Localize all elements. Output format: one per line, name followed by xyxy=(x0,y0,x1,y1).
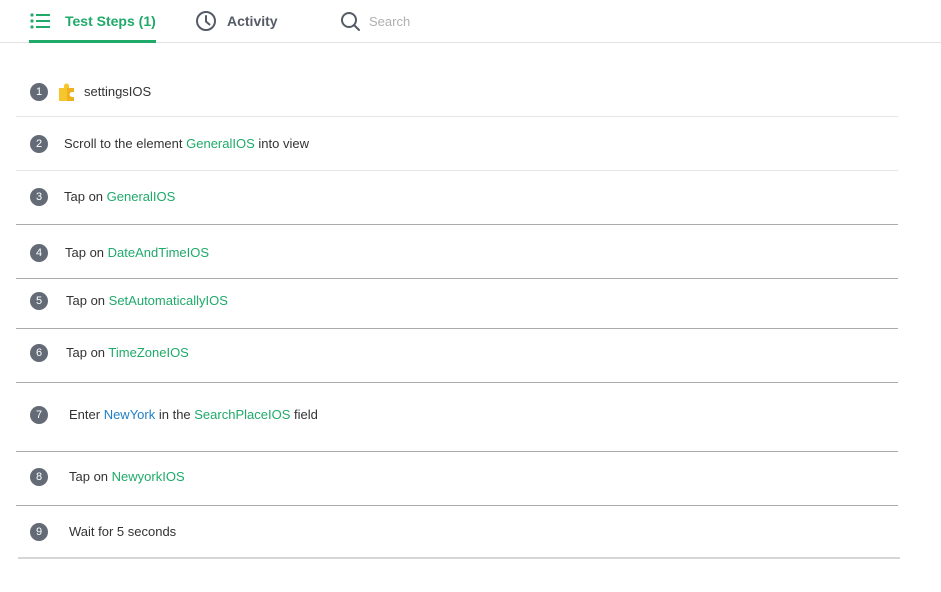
tab-bar: Test Steps (1) Activity xyxy=(0,0,941,43)
input-value: NewYork xyxy=(103,407,156,422)
test-step-row[interactable]: 7 Enter NewYork in the SearchPlaceIOS fie… xyxy=(16,403,898,427)
test-step-row[interactable]: 3 Tap on GeneralIOS xyxy=(16,185,898,209)
step-number-badge: 6 xyxy=(30,344,48,362)
test-step-row[interactable]: 6 Tap on TimeZoneIOS xyxy=(16,341,898,365)
step-text: Scroll to the element xyxy=(64,136,187,151)
step-text: in the xyxy=(155,407,195,422)
search-box xyxy=(339,0,569,42)
element-link[interactable]: GeneralIOS xyxy=(186,136,255,151)
step-text: Tap on xyxy=(64,189,107,204)
element-link[interactable]: SetAutomaticallyIOS xyxy=(109,293,228,308)
element-link[interactable]: NewyorkIOS xyxy=(112,469,185,484)
element-link[interactable]: SearchPlaceIOS xyxy=(194,407,290,422)
step-number-badge: 7 xyxy=(30,406,48,424)
step-text: Tap on xyxy=(66,345,109,360)
row-divider xyxy=(16,382,898,383)
element-link[interactable]: DateAndTimeIOS xyxy=(108,245,209,260)
test-step-row[interactable]: 8 Tap on NewyorkIOS xyxy=(16,465,898,489)
step-description: Tap on GeneralIOS xyxy=(64,189,175,204)
step-number-badge: 3 xyxy=(30,188,48,206)
step-description: Wait for 5 seconds xyxy=(69,524,176,539)
element-link[interactable]: GeneralIOS xyxy=(107,189,176,204)
test-step-row[interactable]: 1 settingsIOS xyxy=(16,80,898,104)
step-description: settingsIOS xyxy=(84,84,151,99)
step-description: Tap on DateAndTimeIOS xyxy=(65,245,209,260)
tab-activity[interactable]: Activity xyxy=(195,0,278,42)
element-link[interactable]: TimeZoneIOS xyxy=(108,345,188,360)
tab-test-steps-label: Test Steps (1) xyxy=(65,13,156,29)
active-tab-indicator xyxy=(29,40,156,43)
search-input[interactable] xyxy=(369,13,569,29)
step-number-badge: 8 xyxy=(30,468,48,486)
step-number-badge: 2 xyxy=(30,135,48,153)
row-divider xyxy=(16,170,898,171)
step-description: Tap on SetAutomaticallyIOS xyxy=(66,293,228,308)
row-divider xyxy=(16,278,898,279)
test-step-row[interactable]: 4 Tap on DateAndTimeIOS xyxy=(16,241,898,265)
step-text: Enter xyxy=(69,407,104,422)
step-text: into view xyxy=(254,136,309,151)
step-number-badge: 4 xyxy=(30,244,48,262)
step-description: Enter NewYork in the SearchPlaceIOS fiel… xyxy=(69,407,318,422)
step-description: Tap on NewyorkIOS xyxy=(69,469,185,484)
test-step-row[interactable]: 9 Wait for 5 seconds xyxy=(16,520,898,544)
step-number-badge: 5 xyxy=(30,292,48,310)
step-text: Tap on xyxy=(69,469,112,484)
row-divider xyxy=(18,557,900,559)
step-number-badge: 1 xyxy=(30,83,48,101)
step-description: Scroll to the element GeneralIOS into vi… xyxy=(64,136,309,151)
puzzle-icon xyxy=(56,81,78,103)
step-text: field xyxy=(290,407,318,422)
row-divider xyxy=(16,505,898,506)
tab-activity-label: Activity xyxy=(227,13,278,29)
tab-test-steps[interactable]: Test Steps (1) xyxy=(29,0,156,43)
row-divider xyxy=(16,116,898,117)
list-icon xyxy=(29,10,51,32)
test-step-row[interactable]: 2 Scroll to the element GeneralIOS into v… xyxy=(16,132,898,156)
search-icon[interactable] xyxy=(339,10,361,32)
test-step-row[interactable]: 5 Tap on SetAutomaticallyIOS xyxy=(16,289,898,313)
step-number-badge: 9 xyxy=(30,523,48,541)
step-text: Wait for 5 seconds xyxy=(69,524,177,539)
clock-icon xyxy=(195,10,217,32)
step-text: Tap on xyxy=(65,245,108,260)
step-text: Tap on xyxy=(66,293,109,308)
step-description: Tap on TimeZoneIOS xyxy=(66,345,189,360)
row-divider xyxy=(16,451,898,452)
step-text: settingsIOS xyxy=(84,84,152,99)
row-divider xyxy=(16,224,898,225)
row-divider xyxy=(16,328,898,329)
